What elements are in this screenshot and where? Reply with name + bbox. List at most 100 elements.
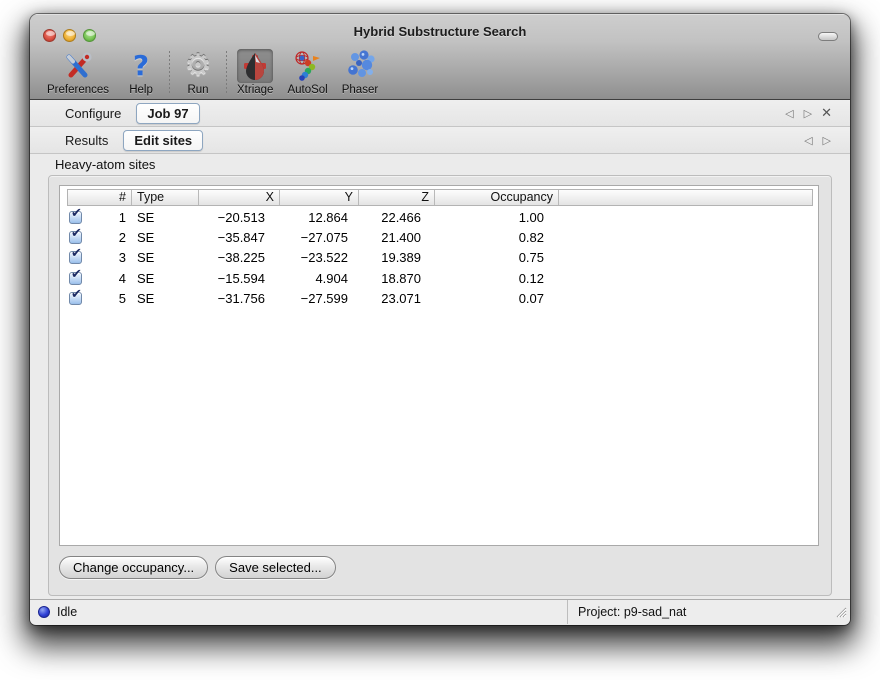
toolbar-label: Help (129, 84, 153, 96)
column-header-type[interactable]: Type (132, 190, 199, 205)
toolbar-label: Run (187, 84, 208, 96)
check-icon: ✔ (71, 206, 82, 221)
helix-beads-icon (290, 49, 326, 83)
cell-y: −27.599 (279, 291, 358, 306)
cell-z: 22.466 (358, 210, 434, 225)
action-button-row: Change occupancy... Save selected... (59, 556, 336, 579)
table-row[interactable]: ✔ 4 SE −15.594 4.904 18.870 0.12 (61, 268, 817, 288)
row-checkbox-cell: ✔ (61, 231, 91, 244)
toolbar-separator (169, 51, 170, 95)
cell-type: SE (131, 230, 198, 245)
group-label: Heavy-atom sites (55, 157, 155, 172)
cell-num: 1 (91, 210, 131, 225)
sites-table: # Type X Y Z Occupancy ✔ 1 SE −20.513 12… (59, 185, 819, 546)
toolbar-label: Phaser (342, 84, 378, 96)
status-bar-divider (567, 600, 568, 624)
toolbar-button-autosol[interactable]: AutoSol (280, 49, 334, 96)
column-header-x[interactable]: X (199, 190, 280, 205)
project-label: Project: p9-sad_nat (578, 605, 686, 619)
table-header-row: # Type X Y Z Occupancy (67, 189, 813, 206)
job-tab-bar: Configure Job 97 ◁ ▷ ✕ (30, 100, 850, 127)
column-header-y[interactable]: Y (280, 190, 359, 205)
column-header-num[interactable]: # (68, 190, 132, 205)
tab-edit-sites[interactable]: Edit sites (123, 130, 203, 151)
row-checkbox-cell: ✔ (61, 272, 91, 285)
save-selected-button[interactable]: Save selected... (215, 556, 336, 579)
droplet-icon (237, 49, 273, 83)
check-icon: ✔ (71, 267, 82, 282)
change-occupancy-button[interactable]: Change occupancy... (59, 556, 208, 579)
cell-x: −35.847 (198, 230, 279, 245)
toolbar-button-phaser[interactable]: Phaser (335, 49, 385, 96)
row-checkbox-cell: ✔ (61, 211, 91, 224)
cell-num: 4 (91, 271, 131, 286)
check-icon: ✔ (71, 246, 82, 261)
table-row[interactable]: ✔ 1 SE −20.513 12.864 22.466 1.00 (61, 207, 817, 227)
cell-occupancy: 0.07 (434, 291, 558, 306)
tab-scroll-right-icon[interactable]: ▷ (799, 107, 817, 120)
status-bar: Idle Project: p9-sad_nat (30, 599, 850, 624)
cell-x: −15.594 (198, 271, 279, 286)
cell-z: 18.870 (358, 271, 434, 286)
row-checkbox[interactable]: ✔ (69, 251, 82, 264)
check-icon: ✔ (71, 226, 82, 241)
molecule-cluster-icon (342, 49, 378, 83)
toolbar-button-xtriage[interactable]: Xtriage (230, 49, 280, 96)
toolbar-separator (226, 51, 227, 95)
tab-scroll-right-icon[interactable]: ▷ (818, 134, 836, 147)
status-indicator-icon (38, 606, 50, 618)
status-text: Idle (57, 605, 77, 619)
row-checkbox-cell: ✔ (61, 251, 91, 264)
row-checkbox[interactable]: ✔ (69, 211, 82, 224)
cell-occupancy: 0.82 (434, 230, 558, 245)
table-row[interactable]: ✔ 3 SE −38.225 −23.522 19.389 0.75 (61, 248, 817, 268)
table-row[interactable]: ✔ 2 SE −35.847 −27.075 21.400 0.82 (61, 227, 817, 247)
column-header-z[interactable]: Z (359, 190, 435, 205)
gear-icon: ⚙ (180, 49, 216, 83)
cell-num: 3 (91, 250, 131, 265)
row-checkbox[interactable]: ✔ (69, 231, 82, 244)
cell-occupancy: 1.00 (434, 210, 558, 225)
toolbar-button-help[interactable]: ? Help (116, 49, 166, 96)
cell-x: −38.225 (198, 250, 279, 265)
tab-job-97[interactable]: Job 97 (136, 103, 199, 124)
cell-x: −31.756 (198, 291, 279, 306)
tab-configure[interactable]: Configure (54, 103, 132, 124)
row-checkbox-cell: ✔ (61, 292, 91, 305)
cell-y: 12.864 (279, 210, 358, 225)
toolbar-label: AutoSol (287, 84, 327, 96)
toolbar-button-run[interactable]: ⚙ Run (173, 49, 223, 96)
cell-num: 5 (91, 291, 131, 306)
tab-scroll-left-icon[interactable]: ◁ (799, 134, 817, 147)
cell-y: −23.522 (279, 250, 358, 265)
tools-icon (60, 49, 96, 83)
cell-y: −27.075 (279, 230, 358, 245)
check-icon: ✔ (71, 287, 82, 302)
row-checkbox[interactable]: ✔ (69, 292, 82, 305)
heavy-atom-sites-groupbox: # Type X Y Z Occupancy ✔ 1 SE −20.513 12… (48, 175, 832, 596)
window-chrome: Hybrid Substructure Search Preferences ? (30, 14, 850, 100)
cell-type: SE (131, 250, 198, 265)
cell-type: SE (131, 210, 198, 225)
cell-type: SE (131, 291, 198, 306)
edit-sites-panel: Heavy-atom sites # Type X Y Z Occupancy … (30, 154, 850, 599)
cell-z: 21.400 (358, 230, 434, 245)
cell-y: 4.904 (279, 271, 358, 286)
cell-type: SE (131, 271, 198, 286)
toolbar-button-preferences[interactable]: Preferences (40, 49, 116, 96)
cell-x: −20.513 (198, 210, 279, 225)
toolbar-label: Xtriage (237, 84, 273, 96)
tab-scroll-left-icon[interactable]: ◁ (780, 107, 798, 120)
toolbar-toggle-lozenge-icon[interactable] (818, 32, 838, 41)
window-title: Hybrid Substructure Search (30, 24, 850, 39)
column-header-occupancy[interactable]: Occupancy (435, 190, 559, 205)
column-header-blank (559, 190, 812, 205)
tab-results[interactable]: Results (54, 130, 119, 151)
tab-close-icon[interactable]: ✕ (817, 106, 836, 121)
row-checkbox[interactable]: ✔ (69, 272, 82, 285)
view-tab-bar: Results Edit sites ◁ ▷ (30, 127, 850, 154)
table-row[interactable]: ✔ 5 SE −31.756 −27.599 23.071 0.07 (61, 288, 817, 308)
title-bar[interactable]: Hybrid Substructure Search (30, 14, 850, 48)
table-body: ✔ 1 SE −20.513 12.864 22.466 1.00 ✔ 2 SE… (61, 207, 817, 308)
resize-grip[interactable] (834, 605, 847, 621)
